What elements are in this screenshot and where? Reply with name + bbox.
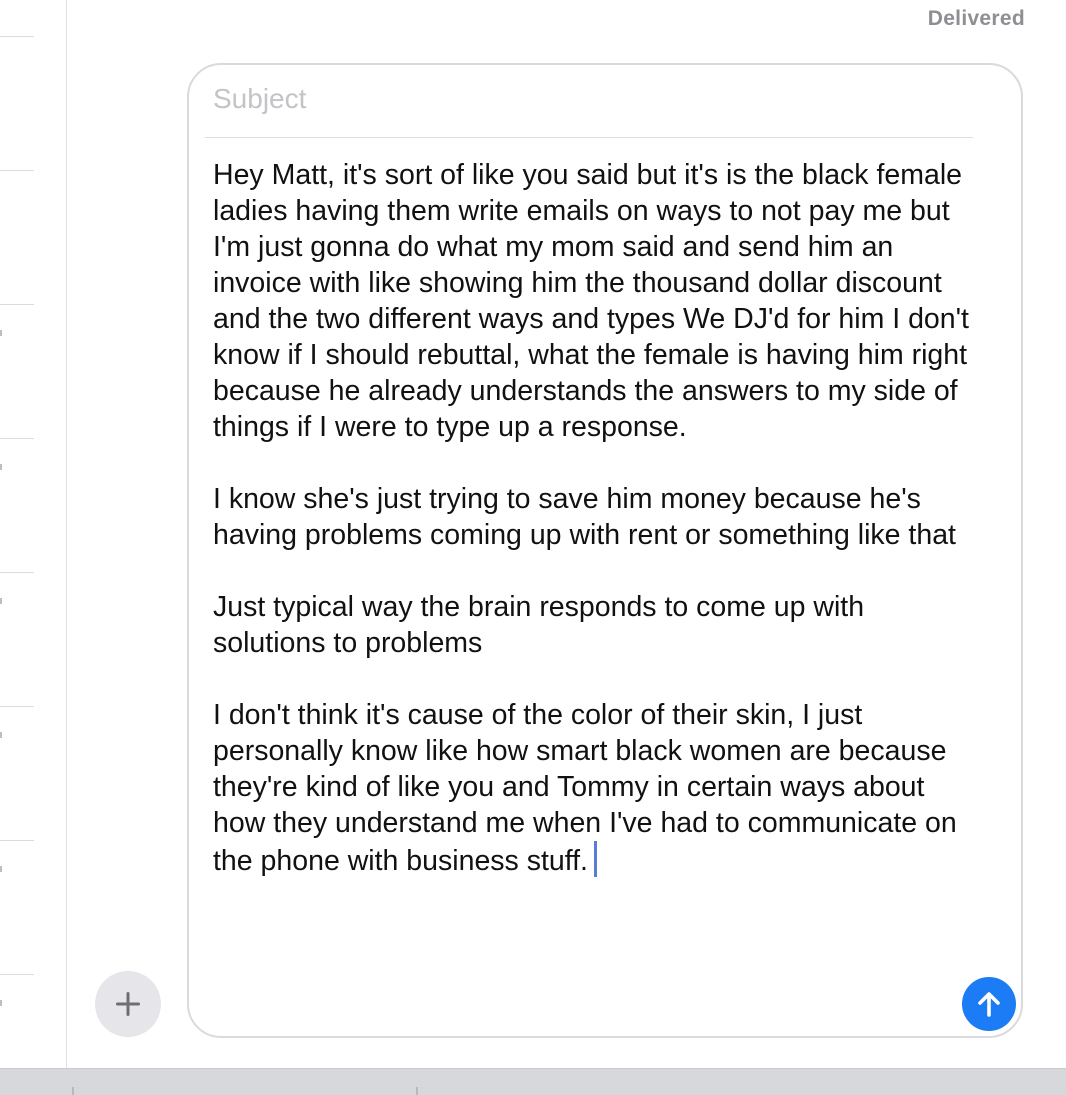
send-button[interactable] (962, 977, 1016, 1031)
sidebar-tick (0, 598, 2, 604)
subject-field[interactable]: Subject (213, 83, 306, 115)
sidebar-divider (0, 974, 34, 975)
sidebar-tick (0, 866, 2, 872)
sidebar-tick (0, 1000, 2, 1006)
sidebar-divider (0, 572, 34, 573)
sidebar-divider (0, 438, 34, 439)
sidebar-divider (0, 36, 34, 37)
sidebar-divider (0, 170, 34, 171)
message-body-field[interactable]: Hey Matt, it's sort of like you said but… (213, 157, 973, 879)
add-attachment-button[interactable] (95, 971, 161, 1037)
sidebar-divider (0, 304, 34, 305)
plus-icon (116, 992, 140, 1016)
message-body-text: Hey Matt, it's sort of like you said but… (213, 159, 969, 877)
conversation-sidebar (0, 0, 67, 1068)
text-cursor (593, 841, 597, 877)
arrow-up-icon (978, 992, 1000, 1017)
sidebar-tick (0, 732, 2, 738)
bottom-toolbar (0, 1068, 1066, 1095)
sidebar-divider (0, 840, 34, 841)
compose-box[interactable]: Subject Hey Matt, it's sort of like you … (187, 63, 1023, 1038)
sidebar-tick (0, 330, 2, 336)
delivered-status: Delivered (927, 7, 1025, 30)
subject-divider (205, 137, 973, 138)
sidebar-divider (0, 706, 34, 707)
sidebar-tick (0, 464, 2, 470)
